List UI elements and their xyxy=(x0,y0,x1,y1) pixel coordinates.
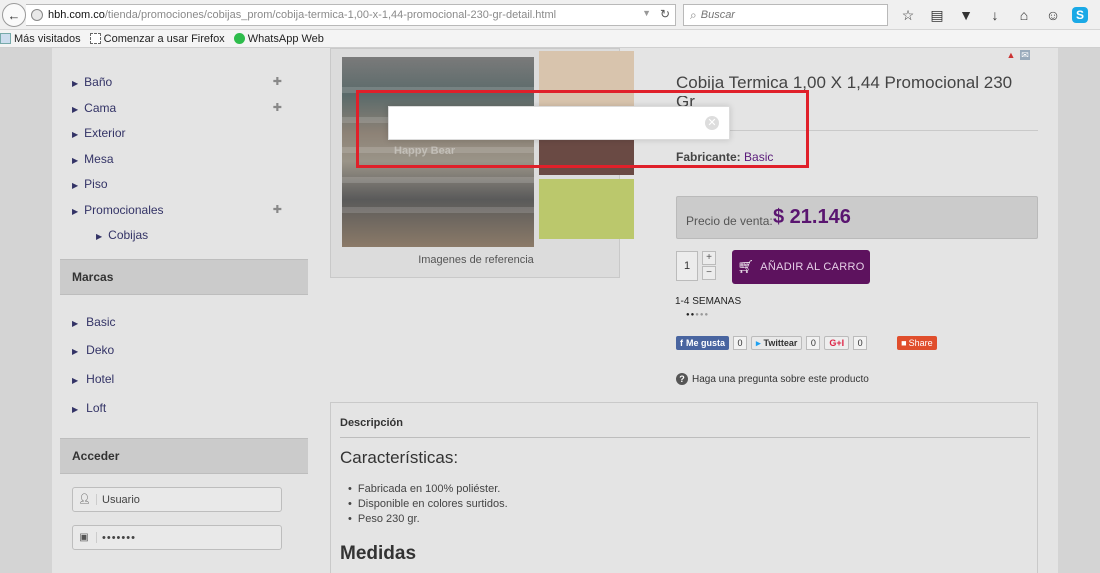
add-to-cart-button[interactable]: 🛒︎ AÑADIR AL CARRO xyxy=(732,250,870,284)
list-item: Fabricada en 100% poliéster. xyxy=(348,482,508,497)
social-buttons: f Me gusta 0 ▸ Twittear 0 G+I 0 ■ Share xyxy=(676,336,937,350)
quantity-input[interactable]: 1 xyxy=(676,251,698,281)
bookmark-firefox[interactable]: Comenzar a usar Firefox xyxy=(89,33,225,45)
ask-question-link[interactable]: ? Haga una pregunta sobre este producto xyxy=(676,373,869,385)
expand-icon[interactable]: ✚ xyxy=(273,98,282,118)
brands-heading: Marcas xyxy=(60,258,308,295)
reload-icon[interactable]: ↻ xyxy=(660,7,670,21)
price-label: Precio de venta: xyxy=(686,214,773,228)
bullet-icon: ▶ xyxy=(72,347,79,357)
email-icon[interactable]: ✉ xyxy=(1020,50,1030,60)
back-arrow-icon: ← xyxy=(7,7,21,23)
page-icon xyxy=(89,33,101,44)
brand-item-basic[interactable]: ▶ Basic xyxy=(60,312,308,341)
quantity-decrement[interactable]: − xyxy=(702,266,716,280)
availability-text: 1-4 SEMANAS xyxy=(675,296,742,307)
facebook-like-button[interactable]: f Me gusta xyxy=(676,336,730,350)
skype-icon[interactable]: S xyxy=(1072,7,1088,23)
chat-icon[interactable]: ☺ xyxy=(1043,5,1063,25)
url-dropdown-icon[interactable]: ▼ xyxy=(642,8,651,18)
category-item-cobijas[interactable]: ▶ Cobijas xyxy=(60,225,308,251)
quantity-increment[interactable]: + xyxy=(702,251,716,265)
whatsapp-icon xyxy=(233,33,245,44)
question-icon: ? xyxy=(676,373,688,385)
bullet-icon: ▶ xyxy=(96,232,103,241)
features-list: Fabricada en 100% poliéster. Disponible … xyxy=(348,482,508,527)
toolbar-icons: ☆ ▤ ▼ ↓ ⌂ ☺ S xyxy=(898,5,1088,25)
search-box[interactable]: ⌕ xyxy=(683,4,888,26)
browser-toolbar: ← hbh.com.co/tienda/promociones/cobijas_… xyxy=(0,0,1100,30)
category-item-cama[interactable]: ▶ Cama ✚ xyxy=(60,98,308,124)
google-plus-count: 0 xyxy=(853,336,868,350)
availability-indicator: ●●●●● xyxy=(686,312,710,318)
username-field[interactable]: 👤︎ Usuario xyxy=(72,487,282,513)
bullet-icon: ▶ xyxy=(72,79,79,88)
bullet-icon: ▶ xyxy=(72,155,79,165)
share-icon: ■ xyxy=(901,338,907,348)
bullet-icon: ▶ xyxy=(72,206,79,216)
cart-icon: 🛒︎ xyxy=(737,259,755,274)
image-caption: Imagenes de referencia xyxy=(418,254,534,266)
price-value: $ 21.146 xyxy=(773,206,851,228)
google-plus-button[interactable]: G+I xyxy=(824,336,850,350)
measures-heading: Medidas xyxy=(340,543,417,564)
features-heading: Características: xyxy=(340,448,459,467)
annotation-highlight-box xyxy=(356,90,809,168)
expand-icon[interactable]: ✚ xyxy=(273,72,282,92)
list-item: Peso 230 gr. xyxy=(348,512,508,527)
category-item-promocionales[interactable]: ▶ Promocionales ✚ xyxy=(60,200,308,226)
download-icon[interactable]: ↓ xyxy=(985,5,1005,25)
facebook-icon: f xyxy=(680,338,683,348)
bullet-icon: ▶ xyxy=(72,375,79,385)
pocket-icon[interactable]: ▼ xyxy=(956,5,976,25)
brand-item-hotel[interactable]: ▶ Hotel xyxy=(60,369,308,398)
bullet-icon: ▶ xyxy=(72,404,79,414)
category-item-piso[interactable]: ▶ Piso xyxy=(60,174,308,200)
bookmark-whatsapp[interactable]: WhatsApp Web xyxy=(233,33,324,45)
pdf-icon[interactable]: ▲ xyxy=(1006,50,1016,60)
url-bar[interactable]: hbh.com.co/tienda/promociones/cobijas_pr… xyxy=(26,4,676,26)
url-host: hbh.com.co xyxy=(48,9,105,21)
product-thumbnail-3[interactable] xyxy=(539,179,634,239)
divider xyxy=(340,437,1030,438)
login-heading: Acceder xyxy=(60,438,308,475)
expand-icon[interactable]: ✚ xyxy=(273,200,282,220)
twitter-icon: ▸ xyxy=(756,337,761,348)
twitter-count: 0 xyxy=(806,336,821,350)
lock-icon: ▣ xyxy=(73,532,97,544)
twitter-button[interactable]: ▸ Twittear xyxy=(751,336,803,350)
category-item-exterior[interactable]: ▶ Exterior xyxy=(60,123,308,149)
bookmark-star-icon[interactable]: ☆ xyxy=(898,5,918,25)
url-path: /tienda/promociones/cobijas_prom/cobija-… xyxy=(104,9,557,21)
user-icon: 👤︎ xyxy=(73,494,97,506)
globe-icon xyxy=(31,9,43,21)
sidebar: ▶ Baño ✚ ▶ Cama ✚ ▶ Exterior ▶ Mesa ▶ Piso ▶ Pro… xyxy=(60,48,308,551)
bullet-icon: ▶ xyxy=(72,318,79,328)
brand-item-deko[interactable]: ▶ Deko xyxy=(60,340,308,369)
search-icon: ⌕ xyxy=(690,7,697,22)
brand-list: ▶ Basic ▶ Deko ▶ Hotel ▶ Loft xyxy=(60,295,308,439)
price-box: Precio de venta: $ 21.146 xyxy=(676,196,1038,239)
bookmarks-bar: Más visitados Comenzar a usar Firefox Wh… xyxy=(0,30,1100,48)
folder-icon xyxy=(0,33,11,44)
bullet-icon: ▶ xyxy=(72,104,79,114)
category-item-mesa[interactable]: ▶ Mesa xyxy=(60,149,308,175)
description-heading: Descripción xyxy=(340,417,403,429)
search-input[interactable] xyxy=(700,9,871,21)
password-field[interactable]: ▣ ••••••• xyxy=(72,525,282,551)
category-item-bano[interactable]: ▶ Baño ✚ xyxy=(60,72,308,98)
description-box: Descripción Características: Fabricada e… xyxy=(330,402,1038,573)
list-item: Disponible en colores surtidos. xyxy=(348,497,508,512)
bullet-icon: ▶ xyxy=(72,181,79,190)
share-button[interactable]: ■ Share xyxy=(897,336,937,350)
category-list: ▶ Baño ✚ ▶ Cama ✚ ▶ Exterior ▶ Mesa ▶ Piso ▶ Pro… xyxy=(60,48,308,251)
home-icon[interactable]: ⌂ xyxy=(1014,5,1034,25)
bookmark-most-visited[interactable]: Más visitados xyxy=(0,33,81,45)
reading-list-icon[interactable]: ▤ xyxy=(927,5,947,25)
doc-icons: ▲ ✉ xyxy=(1006,50,1030,60)
bullet-icon: ▶ xyxy=(72,130,79,139)
facebook-count: 0 xyxy=(733,336,748,350)
brand-item-loft[interactable]: ▶ Loft xyxy=(60,398,308,427)
back-button[interactable]: ← xyxy=(2,3,26,27)
